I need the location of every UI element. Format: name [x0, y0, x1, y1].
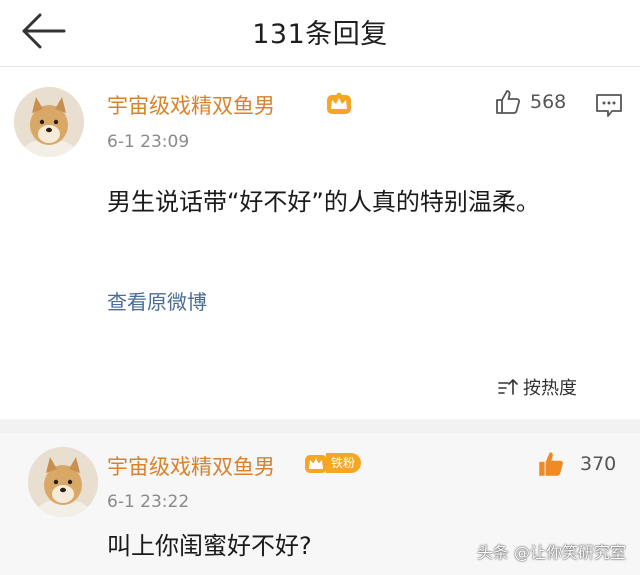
reply-username[interactable]: 宇宙级戏精双鱼男: [107, 451, 275, 481]
reply-text: 叫上你闺蜜好不好?: [107, 532, 312, 560]
reply-avatar[interactable]: [28, 447, 98, 517]
like-count: 568: [530, 91, 567, 113]
fan-badge-label: 铁粉: [326, 453, 362, 473]
page-title: 131条回复: [252, 19, 388, 50]
comment-text: 男生说话带“好不好”的人真的特别温柔。: [107, 188, 540, 216]
vip-crown-icon: [325, 89, 353, 121]
username[interactable]: 宇宙级戏精双鱼男: [107, 90, 275, 120]
thumbs-up-filled-icon: [539, 452, 563, 476]
reply-timestamp: 6-1 23:22: [107, 492, 190, 512]
like-button[interactable]: 568: [494, 88, 566, 116]
fan-badge: 铁粉: [304, 450, 362, 476]
section-divider: [0, 419, 640, 433]
vip-crown-icon: [305, 455, 327, 473]
thumbs-up-icon: [496, 90, 521, 114]
sort-label: 按热度: [523, 378, 577, 399]
comment-timestamp: 6-1 23:09: [107, 132, 190, 152]
sort-icon: [498, 379, 518, 395]
watermark: 头条 @让你笑研究室: [476, 543, 626, 562]
header-divider: [0, 66, 640, 67]
sort-button[interactable]: 按热度: [497, 374, 577, 400]
reply-comment-icon[interactable]: [595, 92, 623, 122]
top-bar: 131条回复: [0, 0, 640, 66]
view-original-link[interactable]: 查看原微博: [107, 286, 207, 315]
reply-like-count: 370: [580, 453, 617, 475]
avatar[interactable]: [14, 87, 84, 157]
reply-like-button[interactable]: 370: [536, 449, 616, 479]
